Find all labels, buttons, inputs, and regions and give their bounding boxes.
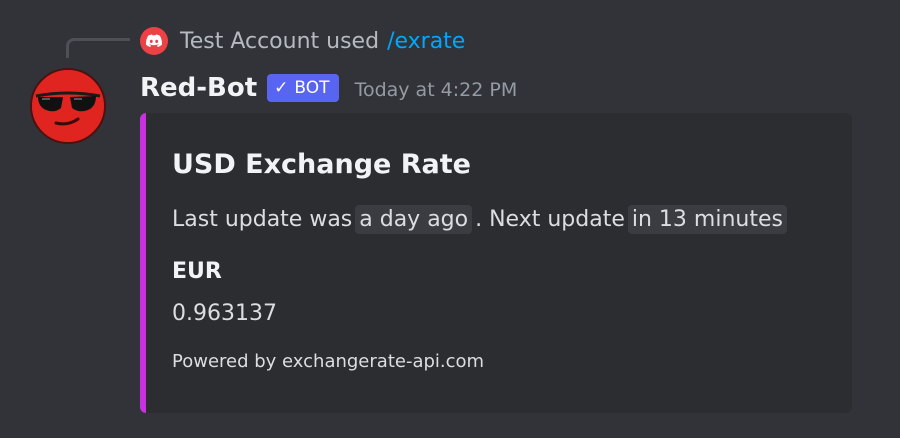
embed-card: USD Exchange Rate Last update was a day … — [140, 113, 852, 413]
field-name-currency: EUR — [172, 259, 222, 284]
bot-badge-label: BOT — [294, 78, 330, 98]
reply-author[interactable]: Test Account — [180, 29, 319, 54]
reply-reference[interactable]: Test Account used /exrate — [140, 26, 465, 56]
reply-action-text: used — [326, 28, 380, 54]
reply-command-link[interactable]: /exrate — [387, 29, 465, 54]
message-timestamp[interactable]: Today at 4:22 PM — [355, 79, 518, 101]
sunglasses-face-icon[interactable] — [30, 68, 106, 144]
bot-username[interactable]: Red-Bot — [140, 73, 257, 103]
next-update-timestamp[interactable]: in 13 minutes — [627, 205, 787, 234]
reply-spine — [66, 38, 130, 58]
bot-badge: ✓ BOT — [267, 74, 339, 102]
embed-desc-middle: . Next update — [475, 207, 625, 232]
embed-desc-prefix: Last update was — [172, 207, 353, 232]
message-header: Red-Bot ✓ BOT Today at 4:22 PM — [140, 68, 517, 108]
checkmark-icon: ✓ — [274, 78, 289, 98]
last-update-timestamp[interactable]: a day ago — [355, 205, 473, 234]
embed-footer: Powered by exchangerate-api.com — [172, 351, 485, 372]
field-value-rate: 0.963137 — [172, 301, 277, 326]
discord-logo-icon[interactable] — [140, 27, 168, 55]
embed-description: Last update was a day ago . Next update … — [172, 205, 790, 234]
embed-title: USD Exchange Rate — [172, 149, 471, 180]
